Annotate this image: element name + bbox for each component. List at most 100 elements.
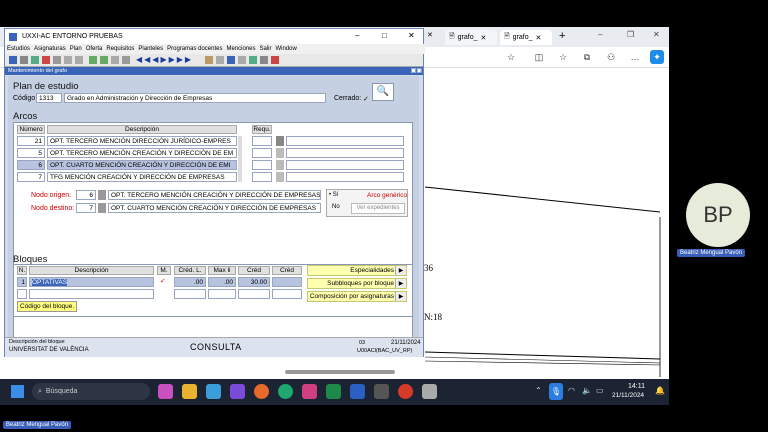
bloque-cred-2[interactable] [272, 289, 302, 299]
undo-icon[interactable] [20, 56, 28, 64]
origin-lov-button[interactable] [98, 190, 106, 200]
app-icon[interactable] [302, 384, 317, 399]
collections-icon[interactable]: ⧉ [580, 50, 594, 64]
bloque-desc[interactable]: OPTATIVAS [29, 277, 154, 287]
insert-icon[interactable] [31, 56, 39, 64]
maximize-button[interactable]: □ [382, 31, 387, 40]
especialidades-button[interactable]: Especialidades ▶ [307, 265, 407, 276]
bloque-cred[interactable] [238, 289, 270, 299]
windows-start-icon[interactable] [11, 385, 24, 398]
excel-icon[interactable] [326, 384, 341, 399]
subbloques-button[interactable]: Subbloques por bloque ▶ [307, 278, 407, 289]
list-icon[interactable] [216, 56, 224, 64]
close-icon[interactable]: ✕ [536, 34, 542, 42]
favorites-icon[interactable]: ☆ [556, 50, 570, 64]
print-icon[interactable] [53, 56, 61, 64]
execute-query-icon[interactable] [100, 56, 108, 64]
chevron-up-icon[interactable]: ⌃ [535, 386, 542, 395]
microphone-icon[interactable]: 🎙 [549, 383, 563, 400]
requ-button[interactable] [276, 136, 284, 146]
teams-icon[interactable] [206, 384, 221, 399]
navigation-arrows-icon[interactable]: ◀◀◀▶▶▶▶ [136, 55, 193, 64]
notification-icon[interactable]: 🔔 [655, 386, 665, 395]
close-icon[interactable]: ✕ [653, 30, 660, 39]
arco-desc[interactable]: TFG MENCIÓN CREACIÓN Y DIRECCIÓN DE EMPR… [47, 172, 237, 182]
requ-button[interactable] [276, 160, 284, 170]
requ-cell[interactable] [252, 160, 272, 170]
wifi-icon[interactable]: ◠ [568, 386, 575, 395]
more-icon[interactable]: … [628, 50, 642, 64]
app-icon[interactable] [398, 384, 413, 399]
menu-window[interactable]: Window [276, 46, 297, 52]
file-explorer-icon[interactable] [182, 384, 197, 399]
copilot-icon[interactable]: ✦ [650, 50, 664, 64]
exit-icon[interactable] [271, 56, 279, 64]
app-icon[interactable] [374, 384, 389, 399]
app-icon[interactable] [158, 384, 173, 399]
browser-tab[interactable]: 🗎 grafo_ ✕ [445, 30, 497, 45]
battery-icon[interactable]: ▭ [596, 386, 604, 395]
copy-icon[interactable] [75, 56, 83, 64]
plan-code-field[interactable]: 1313 [36, 93, 62, 103]
edge-icon[interactable] [278, 384, 293, 399]
origin-num-field[interactable]: 6 [76, 190, 96, 200]
bloque-cred-2[interactable] [272, 277, 302, 287]
menu-estudios[interactable]: Estudios [7, 46, 30, 52]
requ-detail[interactable] [286, 160, 404, 170]
bloque-cred-l[interactable]: .00 [174, 277, 206, 287]
bloque-max-li[interactable] [208, 289, 236, 299]
star-icon[interactable]: ☆ [504, 50, 518, 64]
keys-icon[interactable] [238, 56, 246, 64]
ver-expedientes-button[interactable]: Ver expedientes [351, 203, 405, 214]
menu-menciones[interactable]: Menciones [226, 46, 255, 52]
split-screen-icon[interactable]: ◫ [532, 50, 546, 64]
requ-detail[interactable] [286, 148, 404, 158]
bloque-desc[interactable] [29, 289, 154, 299]
export-icon[interactable] [249, 56, 257, 64]
requ-cell[interactable] [252, 148, 272, 158]
horizontal-scrollbar[interactable] [285, 370, 395, 374]
question-icon[interactable] [260, 56, 268, 64]
bloque-cred-l[interactable] [174, 289, 206, 299]
composicion-button[interactable]: Composición por asignaturas ▶ [307, 291, 407, 302]
word-icon[interactable] [350, 384, 365, 399]
minimize-icon[interactable]: – [598, 30, 602, 39]
dest-num-field[interactable]: 7 [76, 203, 96, 213]
new-tab-button[interactable]: + [559, 30, 565, 42]
arco-num[interactable]: 21 [17, 136, 45, 146]
close-icon[interactable]: ✕ [481, 34, 487, 42]
save-icon[interactable] [9, 56, 17, 64]
bloque-m-checkbox[interactable]: ✓ [160, 277, 166, 285]
bloque-max-li[interactable]: .00 [208, 277, 236, 287]
dest-lov-button[interactable] [98, 203, 106, 213]
close-button[interactable]: ✕ [408, 31, 415, 40]
arco-desc[interactable]: OPT. TERCERO MENCIÓN DIRECCIÓN JURÍDICO-… [47, 136, 237, 146]
clear-icon[interactable] [122, 56, 130, 64]
clock-time[interactable]: 14:11 [628, 383, 645, 390]
query-icon[interactable] [89, 56, 97, 64]
cancel-query-icon[interactable] [111, 56, 119, 64]
requ-cell[interactable] [252, 136, 272, 146]
minimize-button[interactable]: – [355, 31, 359, 40]
volume-icon[interactable]: 🔈 [582, 386, 592, 395]
edit-icon[interactable] [205, 56, 213, 64]
menu-oferta[interactable]: Oferta [86, 46, 103, 52]
menu-plan[interactable]: Plan [70, 46, 82, 52]
clock-date[interactable]: 21/11/2024 [612, 392, 644, 399]
closed-checkbox[interactable]: ✓ [363, 95, 369, 103]
arco-desc[interactable]: OPT. TERCERO MENCIÓN CREACIÓN Y DIRECCIÓ… [47, 148, 237, 158]
help-icon[interactable] [227, 56, 235, 64]
arco-desc-selected[interactable]: OPT. CUARTO MENCIÓN CREACIÓN Y DIRECCIÓN… [47, 160, 237, 170]
requ-detail[interactable] [286, 172, 404, 182]
si-option[interactable]: • Sí [329, 192, 338, 198]
restore-icon[interactable]: ❐ [627, 30, 634, 39]
extensions-icon[interactable]: ⚇ [604, 50, 618, 64]
arco-num-selected[interactable]: 6 [17, 160, 45, 170]
menu-requisitos[interactable]: Requisitos [106, 46, 134, 52]
search-plan-button[interactable]: 🔍 [372, 83, 394, 101]
requ-button[interactable] [276, 172, 284, 182]
uxxi-icon[interactable] [422, 384, 437, 399]
form-window-controls-icon[interactable]: ▣▣ [402, 67, 422, 75]
no-option[interactable]: No [332, 204, 340, 210]
menu-salir[interactable]: Salir [260, 46, 272, 52]
